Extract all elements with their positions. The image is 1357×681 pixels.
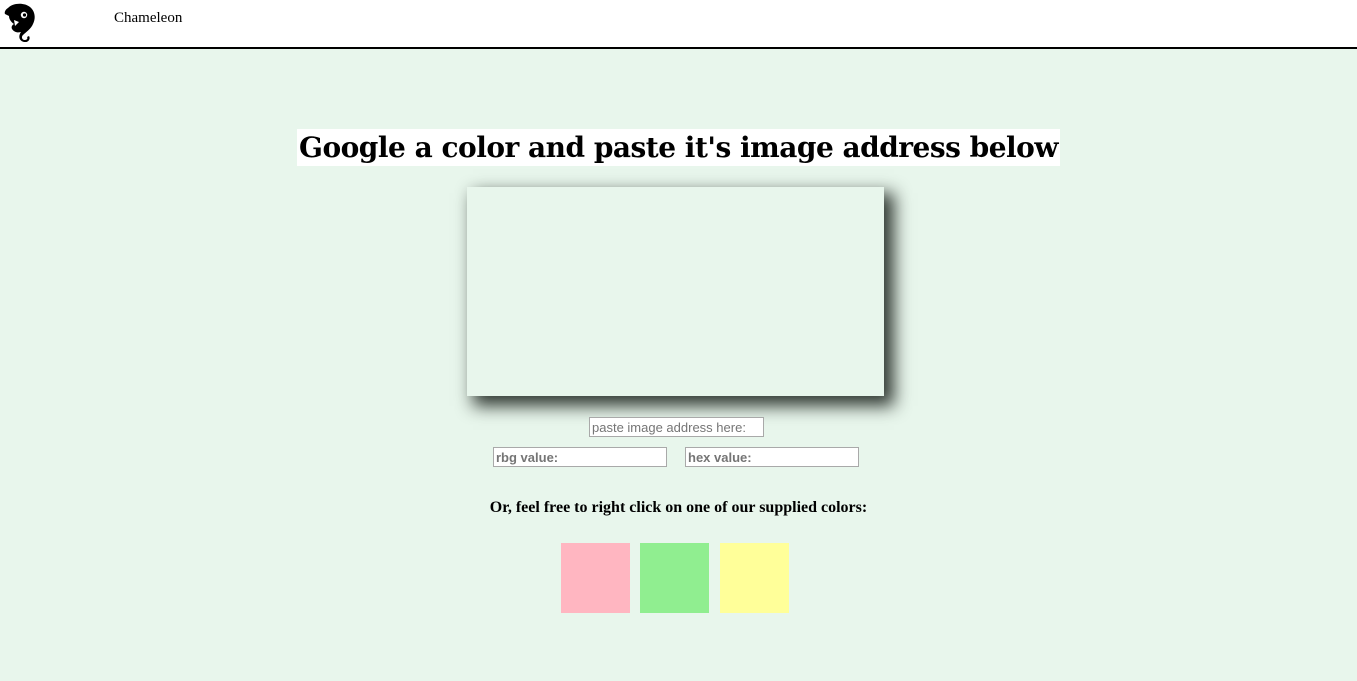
brand-name[interactable]: Chameleon [114, 10, 182, 27]
page-title: Google a color and paste it's image addr… [297, 129, 1060, 166]
top-bar: Chameleon [0, 0, 1357, 49]
chameleon-icon[interactable] [4, 2, 38, 42]
rgb-value-field[interactable] [493, 447, 667, 467]
swatch-light-yellow[interactable] [720, 543, 789, 613]
headline-container: Google a color and paste it's image addr… [0, 129, 1357, 166]
color-preview-box [467, 187, 884, 396]
supplied-colors-hint-container: Or, feel free to right click on one of o… [0, 499, 1357, 517]
image-address-input[interactable] [589, 417, 764, 437]
swatch-light-green[interactable] [640, 543, 709, 613]
hex-value-field[interactable] [685, 447, 859, 467]
swatch-pink[interactable] [561, 543, 630, 613]
supplied-colors-hint: Or, feel free to right click on one of o… [489, 499, 868, 516]
